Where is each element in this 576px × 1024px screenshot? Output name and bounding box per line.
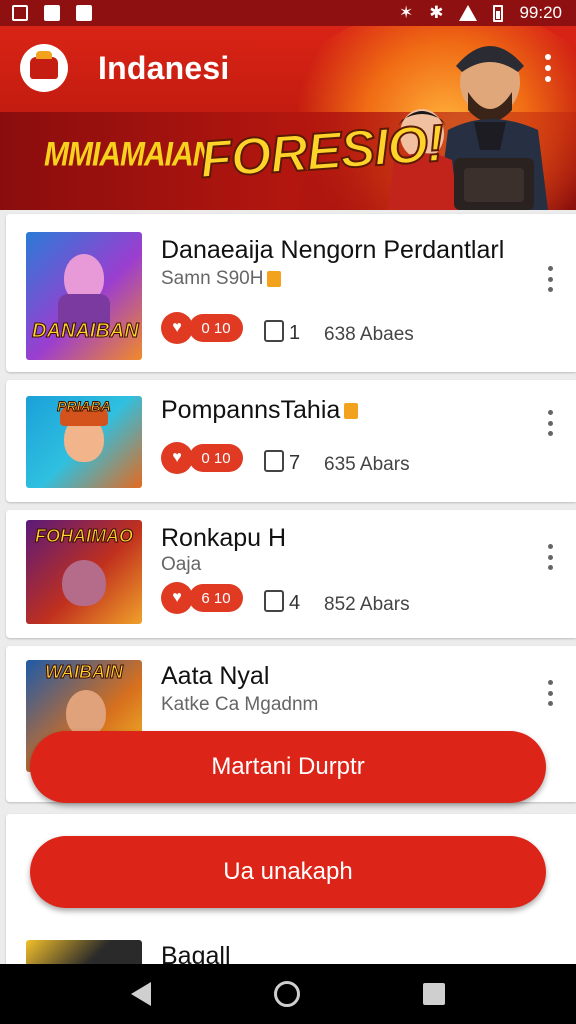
comment-icon[interactable] [264,320,284,342]
notification-icon [44,5,60,21]
comment-count: 7 [289,452,301,474]
system-nav-bar [0,964,576,1024]
comment-icon[interactable] [264,450,284,472]
comment-icon[interactable] [264,590,284,612]
like-count: 6 10 [189,584,243,612]
heart-icon: ♥ [161,582,193,614]
item-title: Aata Nyal [161,662,270,690]
overflow-menu-button[interactable] [538,52,558,84]
home-icon[interactable] [273,981,300,1007]
list-item[interactable]: PRIABA PompannsTahia ♥ 0 10 7 635 Abars [6,380,576,502]
battery-icon [493,4,504,22]
logo-icon [30,51,58,79]
like-button[interactable]: ♥ 0 10 [161,442,243,474]
item-more-button[interactable] [544,544,556,570]
item-thumbnail: FOHAIMAO [26,520,142,624]
item-title: Danaeaija Nengorn Perdantlarl [161,236,505,264]
banner-subtitle: MMIAMAIAN [44,135,214,174]
like-button[interactable]: ♥ 6 10 [161,582,243,614]
list-item[interactable]: DANAIBAN Danaeaija Nengorn Perdantlarl S… [6,214,576,372]
verified-icon [344,403,359,420]
view-count: 635 Abars [324,454,410,475]
comment-count: 4 [289,592,301,614]
like-count: 0 10 [189,444,243,472]
item-title: Ronkapu H [161,524,287,552]
list-item[interactable]: FOHAIMAO Ronkapu H Oaja ♥ 6 10 4 852 Aba… [6,510,576,638]
notification-icon [76,5,92,21]
app-logo[interactable] [20,44,68,92]
item-subtitle: Katke Ca Mgadnm [161,694,319,715]
item-title: PompannsTahia [161,396,359,425]
item-more-button[interactable] [544,680,556,706]
like-button[interactable]: ♥ 0 10 [161,312,243,344]
view-count: 852 Abars [324,594,410,615]
item-subtitle: Oaja [161,554,202,575]
comment-count: 1 [289,322,301,344]
recent-apps-icon[interactable] [422,983,445,1005]
app-header: Indanesi MMIAMAIAN FORESIO! [0,26,576,210]
item-subtitle: Samn S90H [161,268,282,290]
view-count: 638 Abaes [324,324,414,345]
verified-icon [267,270,282,287]
status-bar: ✶ ✱ 99:20 [0,0,576,26]
item-thumbnail: PRIABA [26,396,142,488]
heart-icon: ♥ [161,312,193,344]
primary-action-button[interactable]: Martani Durptr [30,731,546,803]
bluetooth-icon: ✱ [429,3,444,22]
signal-icon [459,5,478,21]
item-more-button[interactable] [544,410,556,436]
secondary-action-button[interactable]: Ua unakaph [30,836,546,908]
vibrate-icon: ✶ [398,3,414,22]
status-time: 99:20 [519,3,562,22]
notification-icon [12,5,28,21]
heart-icon: ♥ [161,442,193,474]
app-title: Indanesi [98,50,230,86]
item-more-button[interactable] [544,266,556,292]
like-count: 0 10 [189,314,243,342]
item-thumbnail: DANAIBAN [26,232,142,360]
back-icon[interactable] [131,982,152,1006]
